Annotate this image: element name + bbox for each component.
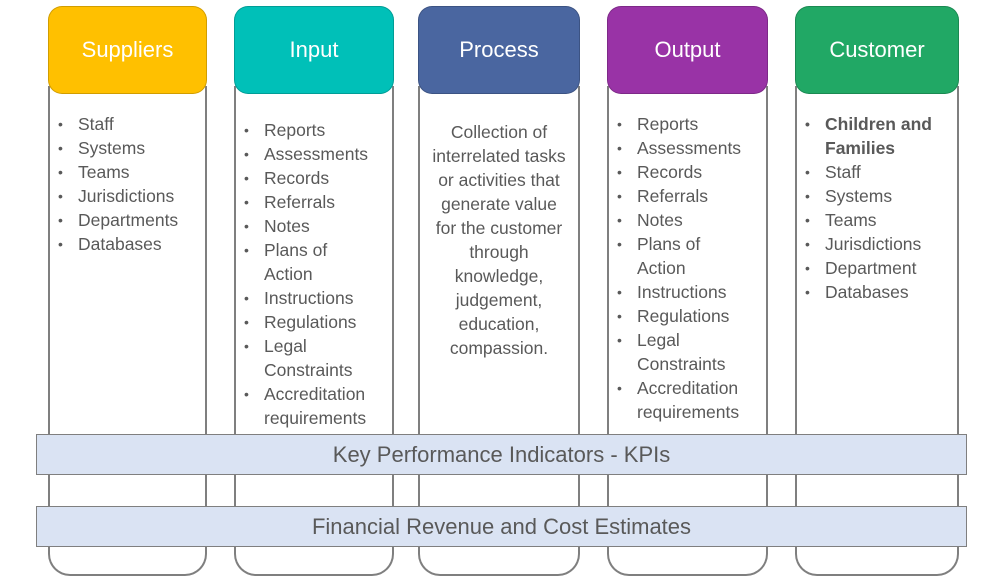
list-item: Regulations	[617, 304, 767, 328]
list-item: Assessments	[244, 142, 394, 166]
list-item: Notes	[244, 214, 394, 238]
list-item: Assessments	[617, 136, 767, 160]
list-item: Systems	[805, 184, 945, 208]
customer-list: Children and Families Staff Systems Team…	[795, 112, 945, 304]
input-list: Reports Assessments Records Referrals No…	[234, 118, 394, 430]
list-item: Records	[244, 166, 394, 190]
list-item: Legal Constraints	[244, 334, 364, 382]
list-item: Reports	[617, 112, 767, 136]
list-item: Regulations	[244, 310, 394, 334]
list-item: Accreditation requirements	[617, 376, 757, 424]
list-item: Instructions	[244, 286, 394, 310]
list-item: Staff	[58, 112, 178, 136]
list-item: Department	[805, 256, 945, 280]
output-list: Reports Assessments Records Referrals No…	[607, 112, 767, 424]
list-item: Jurisdictions	[805, 232, 945, 256]
header-suppliers: Suppliers	[48, 6, 207, 94]
list-item: Referrals	[244, 190, 394, 214]
list-item: Databases	[805, 280, 945, 304]
financial-band: Financial Revenue and Cost Estimates	[36, 506, 967, 547]
list-item: Staff	[805, 160, 945, 184]
header-input: Input	[234, 6, 394, 94]
list-item: Databases	[58, 232, 178, 256]
list-item: Teams	[805, 208, 945, 232]
list-item: Plans of Action	[244, 238, 344, 286]
suppliers-list: Staff Systems Teams Jurisdictions Depart…	[48, 112, 178, 256]
list-item: Children and Families	[805, 112, 945, 160]
header-output: Output	[607, 6, 768, 94]
header-process: Process	[418, 6, 580, 94]
list-item: Systems	[58, 136, 178, 160]
list-item: Reports	[244, 118, 394, 142]
list-item: Notes	[617, 208, 767, 232]
list-item: Records	[617, 160, 767, 184]
list-item: Accreditation requirements	[244, 382, 384, 430]
list-item: Plans of Action	[617, 232, 717, 280]
kpi-band: Key Performance Indicators - KPIs	[36, 434, 967, 475]
list-item: Referrals	[617, 184, 767, 208]
list-item: Teams	[58, 160, 178, 184]
list-item: Departments	[58, 208, 178, 232]
list-item: Legal Constraints	[617, 328, 737, 376]
list-item: Instructions	[617, 280, 767, 304]
process-description: Collection of interrelated tasks or acti…	[432, 122, 566, 358]
list-item: Jurisdictions	[58, 184, 178, 208]
header-customer: Customer	[795, 6, 959, 94]
